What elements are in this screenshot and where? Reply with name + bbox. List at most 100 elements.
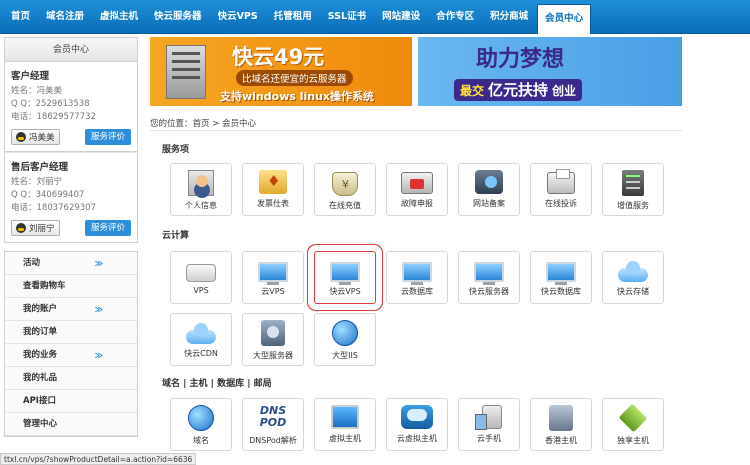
tile-dnspod[interactable]: DNS POD DNSPod解析 [242, 398, 304, 451]
monitor-icon [330, 262, 360, 285]
nav-item-website-build[interactable]: 网站建设 [375, 0, 427, 34]
promo-banner-cloud-49[interactable]: 快云49元 比域名还便宜的云服务器 支持windows linux操作系统 [150, 37, 412, 106]
tile-label: 独享主机 [617, 436, 649, 445]
nav-item-domain[interactable]: 域名注册 [39, 0, 91, 34]
tile-label: 域名 [193, 436, 209, 445]
support-manager-name: 姓名：刘丽宁 [11, 177, 63, 187]
tile-fault-report[interactable]: 故障申报 [386, 163, 448, 216]
tile-label: 个人信息 [185, 201, 217, 210]
chevron-down-icon: ≫ [94, 259, 103, 268]
cloud-icon [186, 323, 216, 344]
support-manager-qq: Q Q：340699407 [11, 190, 85, 200]
tile-kuaiyun-cdn[interactable]: 快云CDN [170, 313, 232, 366]
pc-icon [331, 405, 359, 429]
tile-invoice[interactable]: 发票仕表 [242, 163, 304, 216]
tile-label: 快云存储 [617, 287, 649, 296]
tile-large-iis[interactable]: 大型IIS [314, 313, 376, 366]
promo-banner-dream[interactable]: 助力梦想 最交 亿元扶持 创业 [418, 37, 682, 106]
monitor-icon [402, 262, 432, 285]
account-manager-qq-button[interactable]: 冯美美 [11, 129, 60, 145]
tile-kuaiyun-storage[interactable]: 快云存储 [602, 251, 664, 304]
nav-item-cloud-vps[interactable]: 快云VPS [211, 0, 265, 34]
account-manager-title: 客户经理 [11, 71, 50, 82]
qq-button-label: 刘丽宁 [29, 224, 55, 234]
cloud-pc-icon [401, 405, 433, 429]
money-bag-icon [332, 172, 358, 196]
sidebar-item-orders[interactable]: 我的订单 [5, 321, 137, 344]
top-nav: 首页 域名注册 虚拟主机 快云服务器 快云VPS 托管租用 SSL证书 网站建设… [0, 0, 750, 34]
tile-kuaiyun-server[interactable]: 快云服务器 [458, 251, 520, 304]
tile-domain[interactable]: 域名 [170, 398, 232, 451]
nav-item-hosting[interactable]: 虚拟主机 [93, 0, 145, 34]
cloud-icon [618, 261, 648, 282]
tile-hk-host[interactable]: 香港主机 [530, 398, 592, 451]
nav-item-partner[interactable]: 合作专区 [429, 0, 481, 34]
support-manager-qq-button[interactable]: 刘丽宁 [11, 220, 60, 236]
support-manager-card: 售后客户经理 姓名：刘丽宁 Q Q：340699407 电话：180376293… [4, 152, 138, 243]
nav-item-member-center[interactable]: 会员中心 [537, 4, 592, 34]
sidebar: 会员中心 客户经理 姓名：冯美美 Q Q：2529613538 电话：18629… [4, 37, 138, 437]
tile-dedicated-host[interactable]: 独享主机 [602, 398, 664, 451]
sidebar-item-business[interactable]: 我的业务 ≫ [5, 344, 137, 367]
person-icon [188, 170, 214, 196]
menu-label: 查看购物车 [23, 281, 66, 291]
support-manager-eval-button[interactable]: 服务评价 [84, 220, 131, 236]
nav-item-cloud-server[interactable]: 快云服务器 [147, 0, 209, 34]
monitor-icon [546, 262, 576, 285]
server-rack-icon [622, 170, 644, 196]
cloud-grid: VPS 云VPS 快云VPS 云数据库 快云服务器 快云数据库 快云存储 快云C… [170, 251, 690, 375]
domain-hosting-grid: 域名 DNS POD DNSPod解析 虚拟主机 云虚拟主机 云手机 香港主机 独… [170, 398, 690, 460]
sidebar-item-gifts[interactable]: 我的礼品 [5, 367, 137, 390]
tile-label: DNSPod解析 [249, 436, 297, 445]
tile-kuaiyun-database[interactable]: 快云数据库 [530, 251, 592, 304]
banner-os-line: 支持windows linux操作系统 [220, 90, 375, 103]
sidebar-item-cart[interactable]: 查看购物车 [5, 275, 137, 298]
network-icon [475, 170, 503, 194]
globe-icon [188, 405, 214, 431]
tile-value-added[interactable]: 增值服务 [602, 163, 664, 216]
globe-icon [332, 320, 358, 346]
menu-label: 活动 [23, 258, 41, 268]
qq-button-label: 冯美美 [29, 133, 55, 143]
banner-tag-b: 亿元扶持 [488, 81, 549, 99]
nav-item-home[interactable]: 首页 [4, 0, 37, 34]
tile-kuaiyun-vps[interactable]: 快云VPS [314, 251, 376, 304]
section-title-domain-hosting: 域名 | 主机 | 数据库 | 邮局 [162, 379, 272, 389]
tile-large-server[interactable]: 大型服务器 [242, 313, 304, 366]
account-manager-card: 客户经理 姓名：冯美美 Q Q：2529613538 电话：1862957773… [4, 62, 138, 152]
monitor-icon [474, 262, 504, 285]
nav-item-points-mall[interactable]: 积分商城 [483, 0, 535, 34]
tile-cloud-vps[interactable]: 云VPS [242, 251, 304, 304]
divider [150, 130, 682, 131]
chevron-down-icon: ≫ [94, 351, 103, 360]
tile-label: 云VPS [261, 287, 285, 296]
sidebar-item-activity[interactable]: 活动 ≫ [5, 252, 137, 275]
tile-cloud-phone[interactable]: 云手机 [458, 398, 520, 451]
tile-virtual-host[interactable]: 虚拟主机 [314, 398, 376, 451]
tile-vps[interactable]: VPS [170, 251, 232, 304]
nav-item-colocation[interactable]: 托管租用 [267, 0, 319, 34]
tile-recharge[interactable]: 在线充值 [314, 163, 376, 216]
browser-status-bar: ttxl.cn/vps/?showProductDetail=a.action?… [0, 453, 197, 465]
tile-label: 快云VPS [329, 287, 361, 296]
tile-cloud-database[interactable]: 云数据库 [386, 251, 448, 304]
ticket-icon [259, 170, 287, 194]
sidebar-item-admin[interactable]: 管理中心 [5, 413, 137, 436]
tile-cloud-virtual-host[interactable]: 云虚拟主机 [386, 398, 448, 451]
mobile-icon [475, 405, 502, 430]
sidebar-item-api[interactable]: API接口 [5, 390, 137, 413]
chevron-down-icon: ≫ [94, 305, 103, 314]
tile-personal-info[interactable]: 个人信息 [170, 163, 232, 216]
tile-complaint[interactable]: 在线投诉 [530, 163, 592, 216]
tile-label: 发票仕表 [257, 199, 289, 208]
printer-icon [547, 169, 575, 194]
account-manager-eval-button[interactable]: 服务评价 [84, 129, 131, 145]
tile-label: 香港主机 [545, 436, 577, 445]
box-icon [618, 403, 648, 433]
nav-item-ssl[interactable]: SSL证书 [321, 0, 373, 34]
tile-icp-filing[interactable]: 网站备案 [458, 163, 520, 216]
dnspod-icon: DNS POD [259, 404, 287, 429]
banner-tag-a: 最交 [460, 84, 485, 98]
tile-label: 快云数据库 [541, 287, 581, 296]
sidebar-item-account[interactable]: 我的账户 ≫ [5, 298, 137, 321]
